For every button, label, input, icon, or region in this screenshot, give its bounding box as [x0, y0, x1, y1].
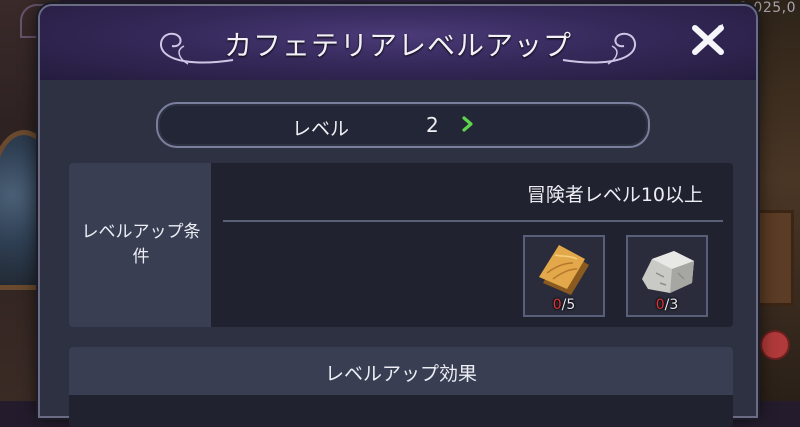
material-need-stone: /3	[664, 297, 679, 313]
effect-header: レベルアップ効果	[69, 347, 733, 395]
material-count-wood: 0/5	[525, 297, 603, 313]
dialog-title: カフェテリアレベルアップ	[223, 29, 572, 62]
level-up-effect-panel: レベルアップ効果	[69, 347, 733, 427]
level-up-condition-panel: レベルアップ条 件 冒険者レベル10以上 0/5 0/3	[69, 163, 733, 327]
close-button[interactable]	[688, 20, 728, 60]
background-stool	[760, 330, 790, 360]
material-have-wood: 0	[552, 297, 562, 313]
condition-label: レベルアップ条 件	[81, 222, 201, 267]
dialog-header: カフェテリアレベルアップ	[40, 6, 756, 80]
requirement-text: 冒険者レベル10以上	[526, 184, 703, 206]
level-display: レベル 2	[156, 102, 650, 148]
stone-block-icon	[642, 251, 694, 293]
material-slot-stone[interactable]: 0/3	[626, 235, 708, 317]
material-need-wood: /5	[561, 297, 576, 313]
condition-label-column: レベルアップ条 件	[69, 163, 211, 327]
chevron-right-icon[interactable]	[460, 115, 476, 133]
material-slot-wood[interactable]: 0/5	[523, 235, 605, 317]
level-label: レベル	[292, 118, 350, 140]
close-x-icon	[692, 24, 724, 55]
level-value: 2	[426, 113, 439, 137]
effect-title: レベルアップ効果	[324, 363, 477, 385]
material-count-stone: 0/3	[628, 297, 706, 313]
wood-plank-icon	[539, 245, 589, 295]
divider	[223, 220, 723, 222]
material-have-stone: 0	[655, 297, 665, 313]
level-up-dialog: カフェテリアレベルアップ レベル 2 レベルアップ条 件 冒険者レベル10以上	[38, 4, 758, 427]
